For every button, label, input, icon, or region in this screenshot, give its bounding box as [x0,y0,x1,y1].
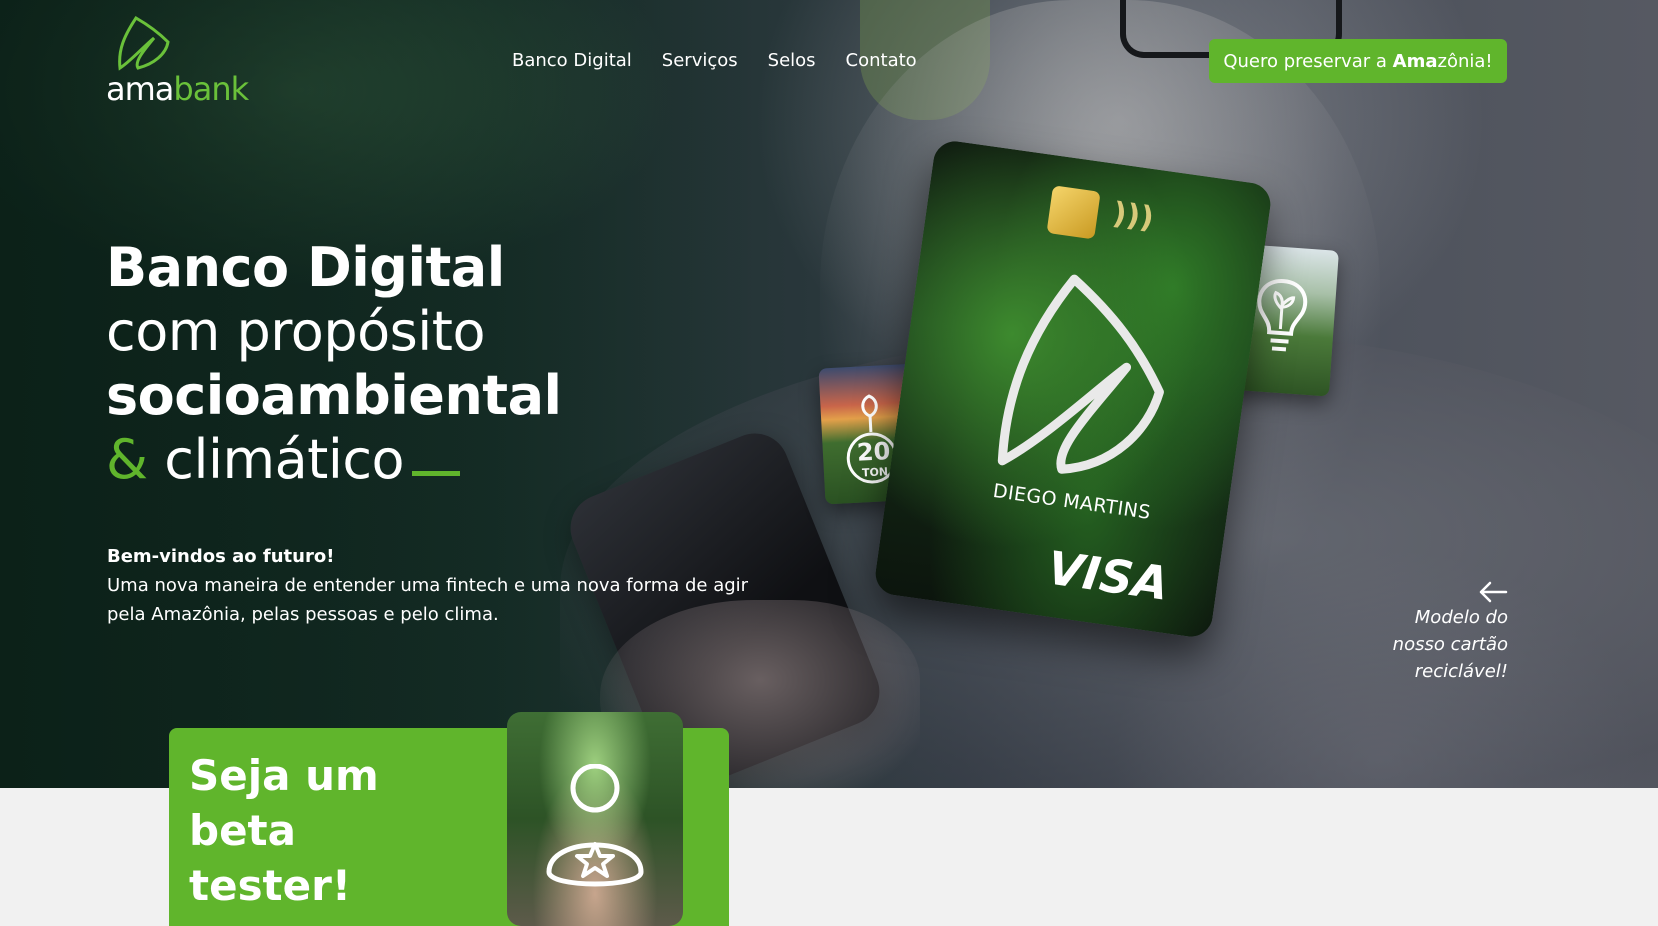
leaf-logo-icon [118,16,170,71]
caption-line-1: Modelo do [1414,607,1508,628]
cta-text-before: Quero preservar a [1223,50,1393,72]
preserve-amazonia-button[interactable]: Quero preservar a Ama zônia! [1209,39,1507,83]
user-star-icon [546,764,644,887]
hero-description: Uma nova maneira de entender uma fintech… [107,575,749,625]
headline-line-3: socioambiental [106,364,562,427]
beta-tester-photo [507,712,683,926]
nav-servicos[interactable]: Serviços [662,50,738,71]
headline-line-2: com propósito [106,300,485,363]
typing-cursor [412,471,461,476]
badge-number: 20 [856,437,892,467]
logo-text: amabank [106,70,249,108]
headline-ampersand: & [106,428,148,491]
cta-text-bold: Ama [1392,50,1438,72]
badge-unit: TON [861,465,889,480]
nav-banco-digital[interactable]: Banco Digital [512,50,632,71]
welcome-text: Bem-vindos ao futuro! [107,546,335,567]
card-caption: Modelo do nosso cartão reciclável! [1393,580,1508,685]
headline-line-4: & climático [106,428,562,492]
hero-headline: Banco Digital com propósito socioambient… [106,236,562,492]
cta-text-after: zônia! [1437,50,1493,72]
hero-intro: Bem-vindos ao futuro! Uma nova maneira d… [107,542,757,629]
credit-card-model: ))) DIEGO MARTINS VISA [872,138,1274,640]
nav-selos[interactable]: Selos [768,50,816,71]
visa-logo: VISA [1044,540,1172,611]
caption-line-3: reciclável! [1414,661,1508,682]
nav-contato[interactable]: Contato [846,50,917,71]
headline-line-1: Banco Digital [106,236,505,299]
card-leaf-emblem-icon [997,274,1164,474]
chip-icon [1046,185,1101,240]
contactless-icon: ))) [1110,196,1157,237]
beta-tester-title: Seja um beta tester! [189,751,379,910]
headline-climatico: climático [164,428,405,491]
main-nav: Banco Digital Serviços Selos Contato [512,50,917,71]
amabank-logo[interactable]: amabank [106,16,256,108]
arrow-left-icon[interactable] [1478,580,1508,604]
caption-line-2: nosso cartão [1392,634,1508,655]
beta-tester-banner[interactable]: Seja um beta tester! [169,712,729,926]
